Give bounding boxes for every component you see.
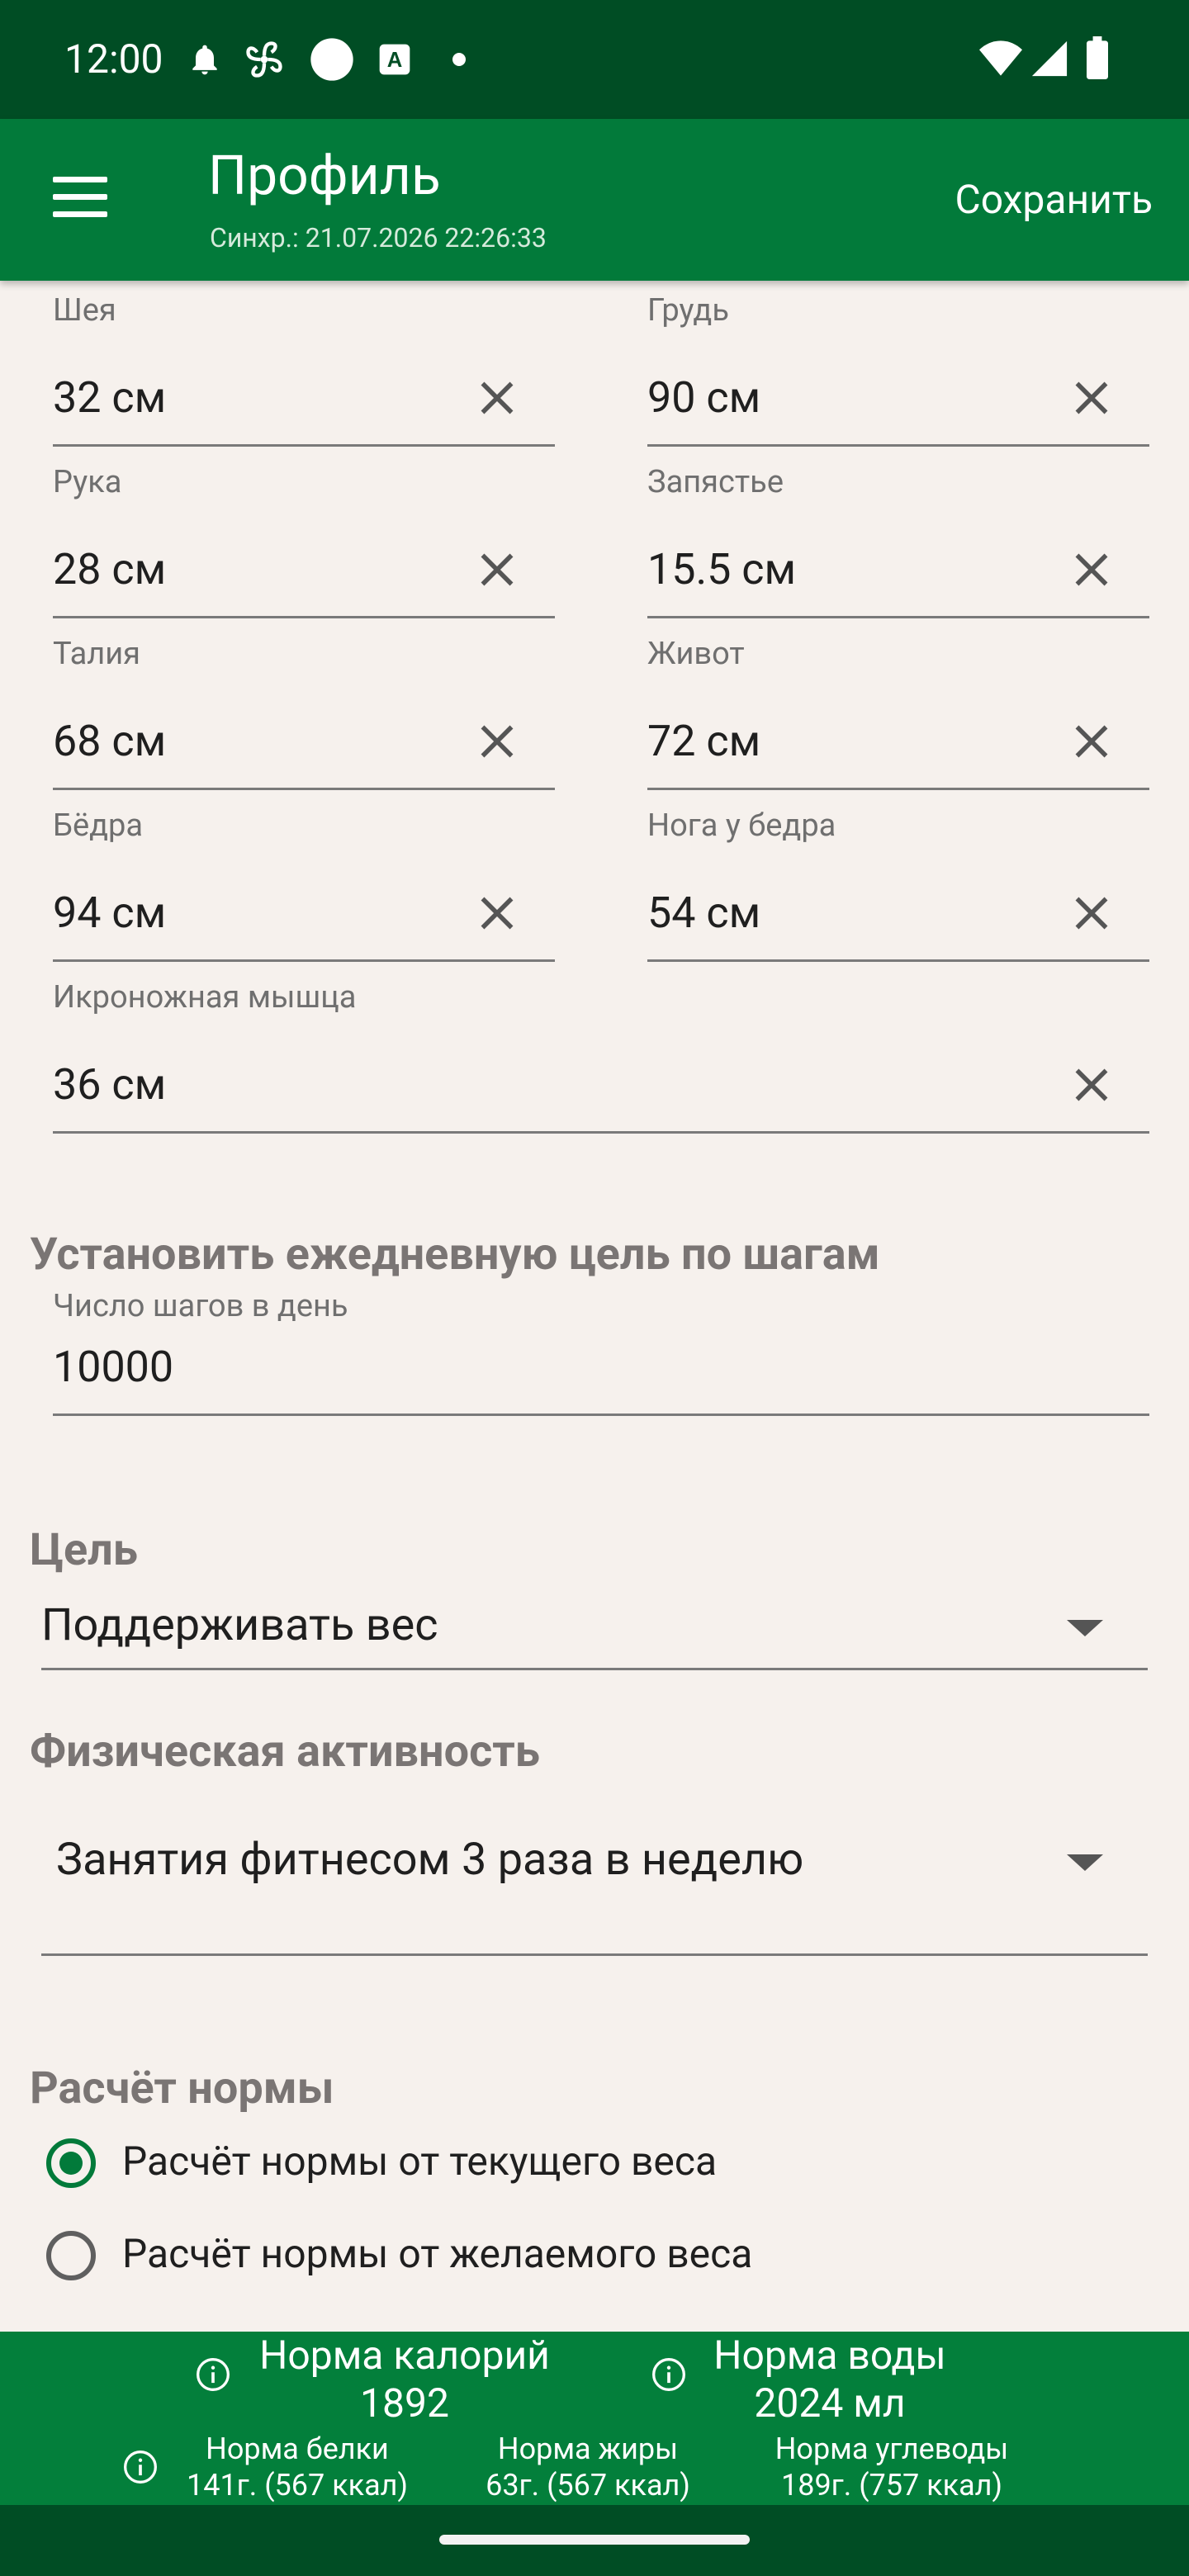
field-value[interactable]: 32 см <box>53 372 166 424</box>
radio-button-unselected[interactable] <box>46 2231 96 2280</box>
field-label: Талия <box>53 636 141 672</box>
clear-icon[interactable] <box>1067 1060 1116 1110</box>
field-label: Икроножная мышца <box>53 979 357 1016</box>
field-underline <box>647 616 1149 618</box>
info-icon-calories[interactable] <box>195 2356 231 2393</box>
radio-current-weight[interactable]: Расчёт нормы от текущего веса <box>46 2130 789 2196</box>
wifi-icon <box>979 40 1022 79</box>
fat-norm-label: Норма жиры <box>497 2432 679 2466</box>
field-underline <box>53 444 555 447</box>
goal-selected-value: Поддерживать вес <box>41 1599 438 1651</box>
field-label: Число шагов в день <box>53 1288 348 1324</box>
activity-section-title: Физическая активность <box>30 1726 540 1778</box>
field-value[interactable]: 10000 <box>53 1341 173 1394</box>
status-bar: 12:00 A <box>0 0 1189 119</box>
home-gesture-handle[interactable] <box>439 2535 750 2545</box>
field-underline <box>53 616 555 618</box>
menu-icon <box>53 177 107 182</box>
fan-icon <box>243 38 286 84</box>
sync-subtitle: Синхр.: 21.07.2026 22:26:33 <box>210 222 547 253</box>
calories-norm-label: Норма калорий <box>259 2332 550 2379</box>
field-value[interactable]: 15.5 см <box>647 543 796 596</box>
dot-icon <box>452 53 466 69</box>
system-nav-bar <box>0 2505 1189 2576</box>
clear-icon[interactable] <box>1067 717 1116 766</box>
goal-dropdown[interactable]: Поддерживать вес <box>41 1598 1148 1681</box>
field-underline <box>53 788 555 790</box>
activity-dropdown[interactable]: Занятия фитнесом 3 раза в неделю <box>41 1833 1148 1965</box>
norm-calc-section-title: Расчёт нормы <box>30 2062 334 2114</box>
save-button[interactable]: Сохранить <box>955 173 1153 226</box>
activity-selected-value: Занятия фитнесом 3 раза в неделю <box>56 1834 804 1886</box>
radio-label: Расчёт нормы от желаемого веса <box>122 2230 753 2277</box>
field-label: Грудь <box>647 292 729 329</box>
bell-icon <box>187 41 223 81</box>
menu-button[interactable] <box>40 163 126 236</box>
field-label: Шея <box>53 292 116 329</box>
fat-norm-value: 63г. (567 ккал) <box>486 2468 690 2503</box>
info-icon-water[interactable] <box>651 2356 687 2393</box>
radio-button-selected[interactable] <box>46 2138 96 2188</box>
circle-icon <box>309 36 355 86</box>
battery-icon <box>1085 36 1110 83</box>
clear-icon[interactable] <box>472 545 522 594</box>
field-underline <box>647 788 1149 790</box>
calories-norm-value: 1892 <box>360 2379 449 2427</box>
field-underline <box>53 1413 1149 1416</box>
clear-icon[interactable] <box>472 373 522 423</box>
field-value[interactable]: 94 см <box>53 887 166 940</box>
carbs-norm-label: Норма углеводы <box>775 2432 1009 2466</box>
clear-icon[interactable] <box>472 717 522 766</box>
svg-text:A: A <box>387 49 403 72</box>
dropdown-arrow-icon <box>1067 1854 1103 1871</box>
field-value[interactable]: 28 см <box>53 543 166 596</box>
field-underline <box>53 1131 1149 1134</box>
info-icon-macros[interactable] <box>122 2449 159 2485</box>
field-value[interactable]: 54 см <box>647 887 760 940</box>
app-bar: Профиль Синхр.: 21.07.2026 22:26:33 Сохр… <box>0 119 1189 281</box>
signal-icon <box>1030 40 1068 81</box>
field-label: Нога у бедра <box>647 807 836 844</box>
status-time: 12:00 <box>64 36 163 83</box>
field-label: Запястье <box>647 464 784 500</box>
clear-icon[interactable] <box>1067 545 1116 594</box>
field-underline <box>647 959 1149 962</box>
radio-label: Расчёт нормы от текущего веса <box>122 2138 718 2185</box>
water-norm-label: Норма воды <box>713 2332 946 2379</box>
field-underline <box>53 959 555 962</box>
clear-icon[interactable] <box>1067 373 1116 423</box>
norms-summary-bar: Норма калорий 1892 Норма воды 2024 мл Но… <box>0 2332 1189 2505</box>
clear-icon[interactable] <box>472 888 522 938</box>
measurement-field-neck[interactable]: Шея 32 см <box>53 291 555 447</box>
goal-section-title: Цель <box>30 1524 138 1576</box>
carbs-norm-value: 189г. (757 ккал) <box>780 2468 1003 2503</box>
field-value[interactable]: 90 см <box>647 372 760 424</box>
profile-form: Шея 32 см Грудь 90 см Рука 28 см Запясть… <box>0 281 1189 2328</box>
field-value[interactable]: 36 см <box>53 1058 166 1111</box>
measurement-field-chest[interactable]: Грудь 90 см <box>647 291 1149 447</box>
dropdown-underline <box>41 1953 1148 1956</box>
dropdown-underline <box>41 1668 1148 1670</box>
water-norm-value: 2024 мл <box>754 2379 906 2427</box>
radio-desired-weight[interactable]: Расчёт нормы от желаемого веса <box>46 2223 789 2289</box>
protein-norm-label: Норма белки <box>206 2432 389 2466</box>
field-label: Живот <box>647 636 745 672</box>
a-box-icon: A <box>377 41 413 81</box>
page-title: Профиль <box>208 144 441 208</box>
dropdown-arrow-icon <box>1067 1620 1103 1636</box>
field-value[interactable]: 72 см <box>647 715 760 768</box>
field-label: Бёдра <box>53 807 144 844</box>
field-value[interactable]: 68 см <box>53 715 166 768</box>
clear-icon[interactable] <box>1067 888 1116 938</box>
field-underline <box>647 444 1149 447</box>
field-label: Рука <box>53 464 122 500</box>
protein-norm-value: 141г. (567 ккал) <box>186 2468 409 2503</box>
steps-section-title: Установить ежедневную цель по шагам <box>30 1229 880 1281</box>
